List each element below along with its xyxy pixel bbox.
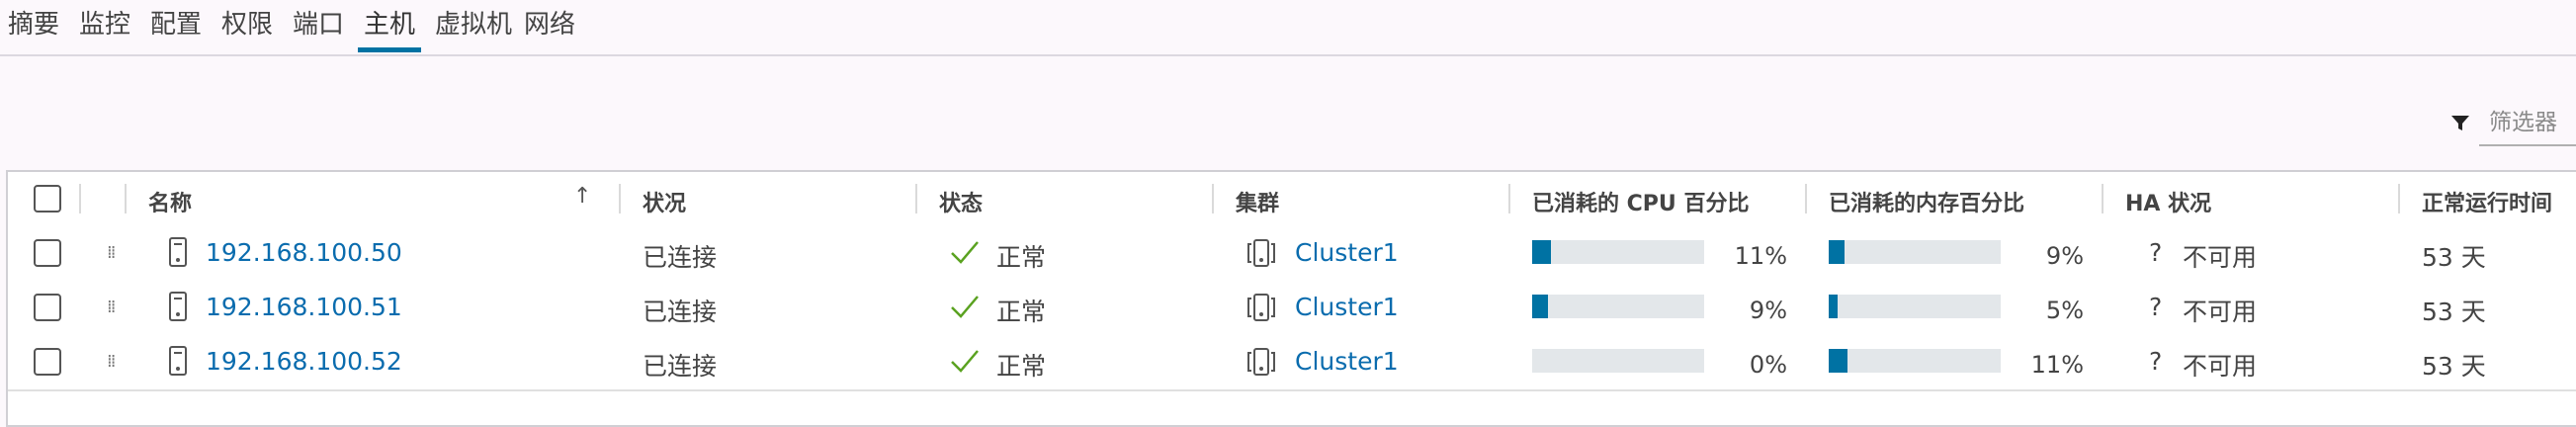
checkmark-icon (951, 296, 979, 318)
cluster-icon (1247, 348, 1275, 376)
cpu-percent: 11% (1734, 242, 1787, 270)
state-text: 正常 (996, 243, 1047, 272)
column-header-cluster[interactable]: 集群 (1236, 186, 1279, 217)
drag-handle-icon[interactable]: ⁞⁞ (107, 297, 117, 317)
memory-usage-fill (1829, 349, 1847, 373)
ha-status-text: 不可用 (2183, 298, 2258, 326)
cluster-link[interactable]: Cluster1 (1295, 347, 1399, 376)
memory-usage-bar (1829, 240, 2001, 264)
memory-usage-fill (1829, 240, 1845, 264)
server-icon (169, 292, 187, 321)
table-row[interactable]: ⁞⁞ 192.168.100.50 已连接 正常 Cluster1 11% 9%… (8, 226, 2576, 283)
memory-usage-fill (1829, 295, 1838, 318)
tab-hosts[interactable]: 主机 (357, 8, 422, 52)
condition-text: 已连接 (643, 298, 718, 326)
host-name-link[interactable]: 192.168.100.51 (206, 293, 402, 321)
column-header-cpu[interactable]: 已消耗的 CPU 百分比 (1532, 186, 1749, 217)
memory-percent: 5% (2045, 297, 2084, 324)
cpu-percent: 9% (1749, 297, 1787, 324)
tab-configure[interactable]: 配置 (150, 8, 202, 51)
state-text: 正常 (996, 298, 1047, 326)
host-name-link[interactable]: 192.168.100.50 (206, 238, 402, 267)
drag-handle-icon[interactable]: ⁞⁞ (107, 242, 117, 263)
memory-percent: 11% (2030, 351, 2084, 379)
funnel-icon[interactable] (2449, 113, 2471, 134)
tab-vms[interactable]: 虚拟机 (435, 8, 512, 51)
memory-percent: 9% (2045, 242, 2084, 270)
memory-usage-bar (1829, 349, 2001, 373)
cpu-percent: 0% (1749, 351, 1787, 379)
tab-monitor[interactable]: 监控 (79, 8, 130, 51)
uptime-text: 53 天 (2422, 298, 2486, 326)
ha-status-text: 不可用 (2183, 243, 2258, 272)
state-text: 正常 (996, 352, 1047, 381)
ha-unknown-icon: ? (2149, 347, 2163, 376)
uptime-text: 53 天 (2422, 243, 2486, 272)
tab-bar: 摘要 监控 配置 权限 端口 主机 虚拟机 网络 (0, 0, 2576, 56)
cluster-icon (1247, 294, 1275, 321)
server-icon (169, 346, 187, 376)
memory-usage-bar (1829, 295, 2001, 318)
row-checkbox[interactable] (34, 348, 61, 376)
column-header-uptime[interactable]: 正常运行时间 (2422, 186, 2552, 217)
grid-header: 名称 ↑ 状况 状态 集群 已消耗的 CPU 百分比 已消耗的内存百分比 HA … (8, 172, 2576, 228)
column-header-memory[interactable]: 已消耗的内存百分比 (1829, 186, 2024, 217)
cluster-link[interactable]: Cluster1 (1295, 293, 1399, 321)
condition-text: 已连接 (643, 352, 718, 381)
cpu-usage-fill (1532, 240, 1551, 264)
select-all-checkbox[interactable] (34, 185, 61, 213)
cluster-icon (1247, 239, 1275, 267)
tab-permissions[interactable]: 权限 (221, 8, 273, 51)
tab-ports[interactable]: 端口 (293, 8, 344, 51)
arrow-up-icon[interactable]: ↑ (573, 184, 591, 209)
row-checkbox[interactable] (34, 239, 61, 267)
column-header-state[interactable]: 状态 (939, 186, 983, 217)
hosts-datagrid: 名称 ↑ 状况 状态 集群 已消耗的 CPU 百分比 已消耗的内存百分比 HA … (6, 170, 2576, 427)
column-header-ha[interactable]: HA 状况 (2125, 186, 2211, 217)
drag-handle-icon[interactable]: ⁞⁞ (107, 351, 117, 372)
cpu-usage-bar (1532, 349, 1704, 373)
ha-unknown-icon: ? (2149, 238, 2163, 267)
uptime-text: 53 天 (2422, 352, 2486, 381)
checkmark-icon (951, 350, 979, 373)
table-row[interactable]: ⁞⁞ 192.168.100.51 已连接 正常 Cluster1 9% 5% … (8, 281, 2576, 337)
cpu-usage-bar (1532, 295, 1704, 318)
row-checkbox[interactable] (34, 294, 61, 321)
cpu-usage-fill (1532, 295, 1548, 318)
tab-networks[interactable]: 网络 (524, 8, 575, 51)
cluster-link[interactable]: Cluster1 (1295, 238, 1399, 267)
condition-text: 已连接 (643, 243, 718, 272)
column-header-condition[interactable]: 状况 (643, 186, 686, 217)
server-icon (169, 237, 187, 267)
tab-summary[interactable]: 摘要 (8, 8, 59, 51)
column-header-name[interactable]: 名称 (148, 186, 192, 217)
table-row[interactable]: ⁞⁞ 192.168.100.52 已连接 正常 Cluster1 0% 11%… (8, 335, 2576, 391)
host-name-link[interactable]: 192.168.100.52 (206, 347, 402, 376)
checkmark-icon (951, 241, 979, 264)
filter-input[interactable] (2479, 101, 2576, 146)
ha-unknown-icon: ? (2149, 293, 2163, 321)
cpu-usage-bar (1532, 240, 1704, 264)
ha-status-text: 不可用 (2183, 352, 2258, 381)
